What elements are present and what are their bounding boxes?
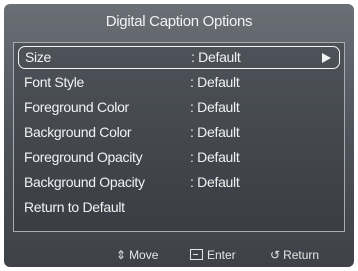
option-foreground-opacity[interactable]: Foreground Opacity : Default: [18, 146, 340, 169]
up-down-arrow-icon: ⇕: [116, 248, 127, 262]
option-font-style[interactable]: Font Style : Default: [18, 71, 340, 94]
options-list: Size : Default Font Style : Default Fore…: [13, 42, 345, 232]
enter-icon: [190, 249, 203, 260]
option-label: Foreground Color: [24, 99, 129, 115]
option-foreground-color[interactable]: Foreground Color : Default: [18, 96, 340, 119]
option-value: : Default: [190, 99, 240, 115]
option-label: Background Color: [24, 124, 132, 140]
option-value: : Default: [190, 74, 240, 90]
panel-title: Digital Caption Options: [105, 13, 253, 30]
option-label: Background Opacity: [24, 174, 145, 190]
enter-label: Enter: [207, 248, 236, 262]
option-value: : Default: [190, 174, 240, 190]
return-label: Return: [283, 248, 320, 262]
option-size[interactable]: Size : Default: [18, 46, 340, 69]
option-label: Return to Default: [24, 199, 125, 215]
option-value: : Default: [190, 149, 240, 165]
option-label: Size: [25, 49, 52, 65]
return-icon: ↺: [270, 248, 281, 262]
option-background-color[interactable]: Background Color : Default: [18, 121, 340, 144]
digital-caption-options-panel: Digital Caption Options Size : Default F…: [4, 4, 354, 267]
return-hint: ↺ Return: [270, 243, 319, 267]
option-label: Foreground Opacity: [24, 149, 143, 165]
option-background-opacity[interactable]: Background Opacity : Default: [18, 171, 340, 194]
move-hint: ⇕ Move: [116, 243, 158, 267]
option-label: Font Style: [24, 74, 85, 90]
enter-hint: Enter: [190, 243, 236, 267]
option-value: : Default: [191, 49, 241, 65]
right-arrow-icon: [322, 53, 331, 63]
footer-hints: ⇕ Move Enter ↺ Return: [4, 243, 354, 267]
move-label: Move: [129, 248, 159, 262]
option-value: : Default: [190, 124, 240, 140]
option-return-to-default[interactable]: Return to Default: [18, 196, 340, 219]
